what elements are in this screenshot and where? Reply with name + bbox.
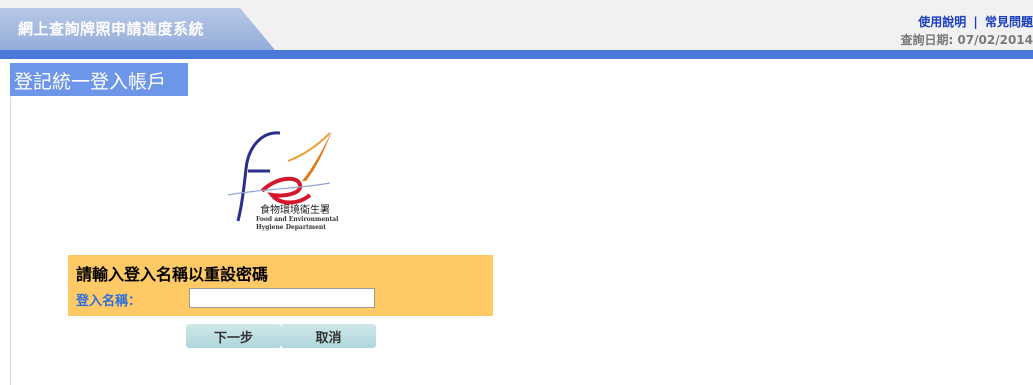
logo-name-en-line1: Food and Environmental bbox=[256, 216, 339, 223]
help-link[interactable]: 使用說明 bbox=[918, 15, 966, 29]
header-divider-bar bbox=[0, 50, 1033, 59]
login-name-input[interactable] bbox=[189, 288, 375, 308]
logo-name-cn: 食物環境衞生署 bbox=[260, 205, 330, 216]
form-title: 請輸入登入名稱以重設密碼 bbox=[76, 265, 269, 284]
logo-name-en-line2: Hygiene Department bbox=[256, 224, 327, 231]
query-date: 查詢日期: 07/02/2014 bbox=[900, 33, 1033, 47]
reset-password-form: 請輸入登入名稱以重設密碼 登入名稱： bbox=[68, 255, 493, 316]
page-title: 登記統一登入帳戶 bbox=[14, 71, 167, 93]
app-title: 網上查詢牌照申請進度系統 bbox=[18, 20, 205, 38]
fehd-logo: 食物環境衞生署 Food and Environmental Hygiene D… bbox=[218, 125, 338, 237]
left-divider bbox=[10, 97, 11, 385]
cancel-button[interactable]: 取消 bbox=[281, 324, 376, 348]
top-links: 使用說明 | 常見問題 bbox=[918, 13, 1033, 30]
page-heading: 登記統一登入帳戶 bbox=[10, 63, 188, 96]
header-bar: 網上查詢牌照申請進度系統 使用說明 | 常見問題 查詢日期: 07/02/201… bbox=[0, 0, 1033, 50]
login-name-label: 登入名稱： bbox=[76, 294, 142, 309]
link-separator: | bbox=[973, 15, 978, 29]
faq-link[interactable]: 常見問題 bbox=[985, 15, 1033, 29]
next-button[interactable]: 下一步 bbox=[186, 324, 281, 348]
